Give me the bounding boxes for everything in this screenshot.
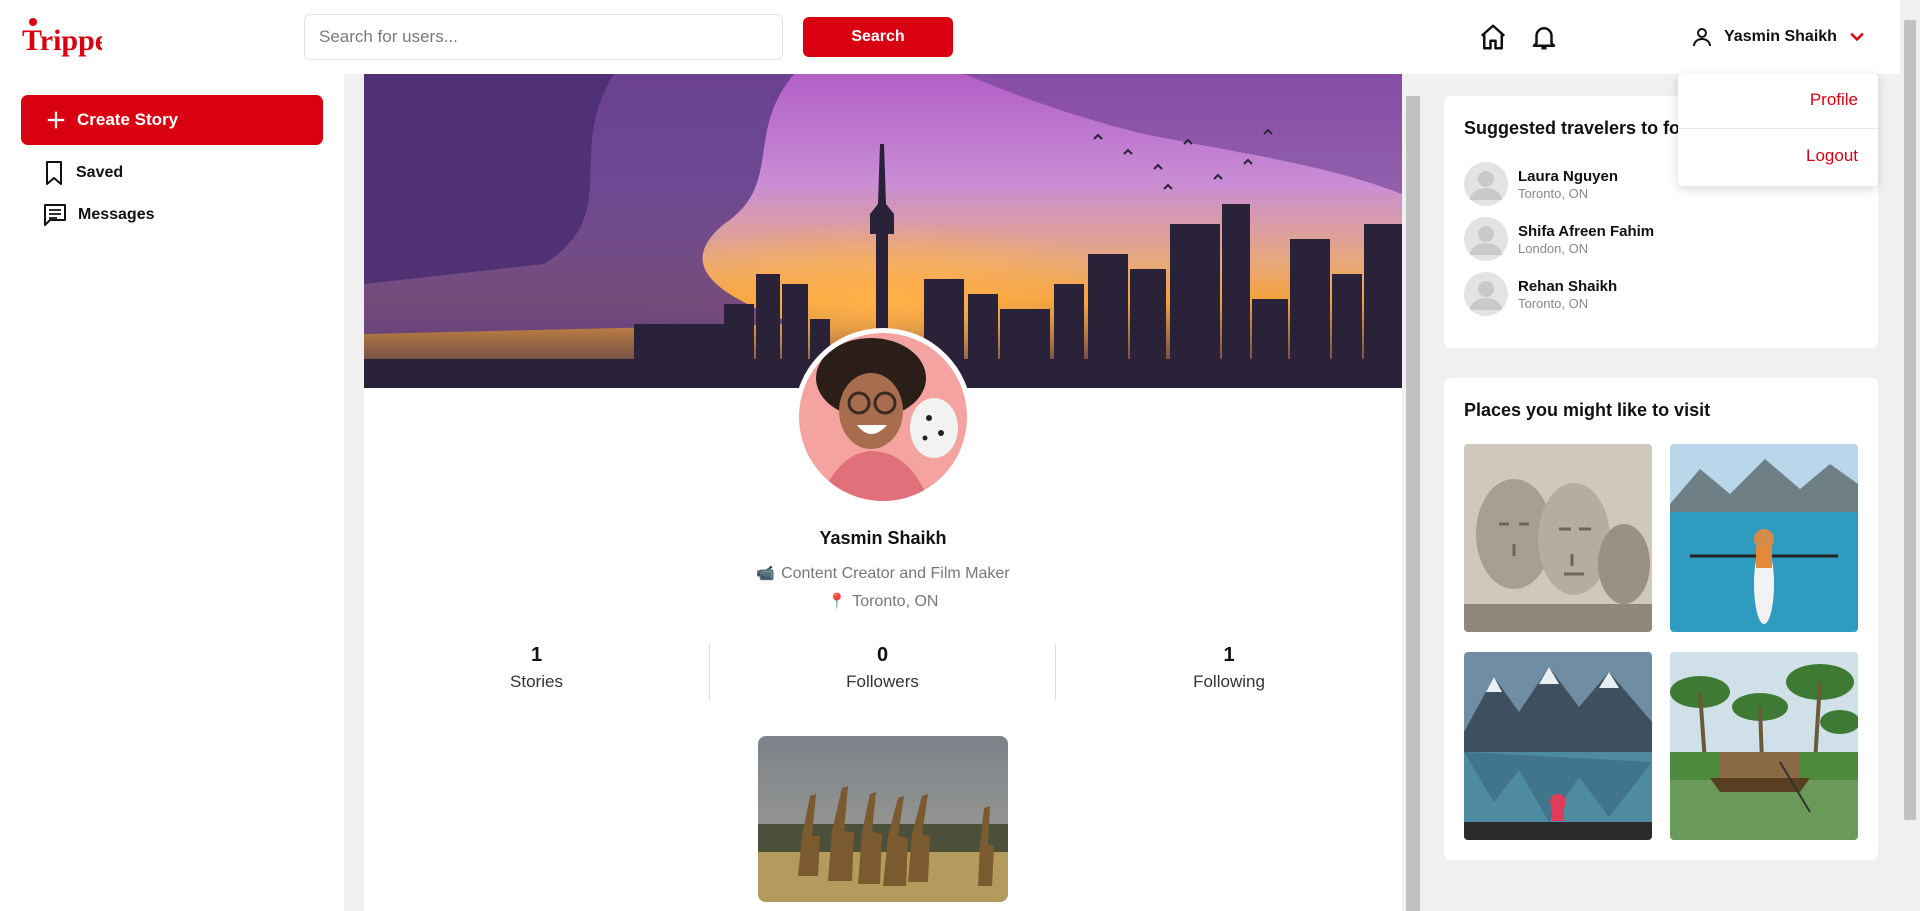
avatar-placeholder-icon (1464, 272, 1508, 316)
dropdown-logout[interactable]: Logout (1806, 146, 1858, 166)
stat-value: 1 (1223, 644, 1235, 666)
svg-text:Trippeo: Trippeo (22, 24, 102, 57)
top-bar: Trippeo Search Yasmin Shaikh (0, 0, 1900, 74)
place-kayak-lake[interactable] (1670, 444, 1858, 632)
avatar[interactable] (794, 328, 972, 506)
traveler-name: Rehan Shaikh (1518, 277, 1618, 295)
stat-stories[interactable]: 1 Stories (364, 644, 710, 700)
scrollbar-thumb[interactable] (1904, 20, 1916, 820)
giraffes-photo (758, 736, 1008, 902)
dropdown-divider (1678, 128, 1878, 129)
location-pin-icon: 📍 (827, 593, 847, 610)
traveler-item[interactable]: Laura Nguyen Toronto, ON (1464, 162, 1618, 206)
places-card: Places you might like to visit (1444, 378, 1878, 860)
profile-location: 📍 Toronto, ON (364, 592, 1402, 611)
avatar-photo (799, 333, 967, 501)
profile-main: Yasmin Shaikh 📹 Content Creator and Film … (364, 74, 1402, 911)
stat-label: Stories (510, 672, 563, 691)
stat-followers[interactable]: 0 Followers (710, 644, 1056, 700)
stat-label: Following (1193, 672, 1265, 691)
stat-value: 0 (876, 644, 889, 666)
chevron-down-icon[interactable] (1847, 27, 1867, 47)
location-text: Toronto, ON (852, 593, 939, 610)
sidebar-item-label: Saved (76, 164, 124, 181)
dropdown-profile[interactable]: Profile (1810, 90, 1858, 110)
sidebar-item-label: Messages (78, 206, 155, 223)
user-icon (1693, 28, 1711, 47)
main-scrollbar[interactable] (1404, 74, 1422, 911)
traveler-location: Toronto, ON (1518, 185, 1589, 201)
place-mount-rushmore[interactable] (1464, 444, 1652, 632)
home-icon[interactable] (1478, 22, 1508, 52)
search-button[interactable]: Search (803, 17, 953, 57)
traveler-name: Shifa Afreen Fahim (1518, 222, 1655, 240)
plus-icon (47, 111, 65, 129)
traveler-name: Laura Nguyen (1518, 167, 1619, 185)
message-icon (44, 204, 66, 226)
left-sidebar: Create Story Saved Messages (0, 74, 344, 911)
page-scrollbar[interactable] (1900, 0, 1920, 911)
create-story-label: Create Story (77, 110, 179, 129)
user-name: Yasmin Shaikh (1724, 28, 1837, 45)
scrollbar-thumb[interactable] (1406, 96, 1420, 911)
bookmark-icon (46, 161, 62, 185)
trippeo-logo[interactable]: Trippeo (22, 16, 102, 60)
avatar-placeholder-icon (1464, 217, 1508, 261)
profile-name: Yasmin Shaikh (819, 528, 947, 548)
create-story-button[interactable]: Create Story (21, 95, 323, 145)
traveler-location: Toronto, ON (1518, 295, 1589, 311)
traveler-location: London, ON (1518, 240, 1589, 256)
suggested-title: Suggested travelers to fo (1464, 118, 1681, 138)
place-mountain-lake[interactable] (1464, 652, 1652, 840)
traveler-item[interactable]: Shifa Afreen Fahim London, ON (1464, 217, 1654, 261)
sidebar-item-saved[interactable]: Saved (42, 160, 123, 186)
stat-value: 1 (530, 644, 543, 666)
avatar-placeholder-icon (1464, 162, 1508, 206)
mountain-lake-photo (1464, 652, 1652, 840)
stat-label: Followers (846, 672, 919, 691)
user-dropdown: Profile Logout (1678, 74, 1878, 186)
story-thumbnail[interactable] (758, 736, 1008, 902)
user-menu[interactable]: Yasmin Shaikh (1690, 22, 1867, 52)
profile-stats: 1 Stories 0 Followers 1 Following (364, 644, 1402, 700)
search-input[interactable] (304, 14, 783, 60)
mount-rushmore-photo (1464, 444, 1652, 632)
bell-icon[interactable] (1529, 22, 1559, 52)
sidebar-item-messages[interactable]: Messages (42, 202, 155, 228)
stat-following[interactable]: 1 Following (1056, 644, 1402, 700)
tropical-houseboat-photo (1670, 652, 1858, 840)
profile-bio: 📹 Content Creator and Film Maker (364, 564, 1402, 583)
place-tropical-houseboat[interactable] (1670, 652, 1858, 840)
traveler-item[interactable]: Rehan Shaikh Toronto, ON (1464, 272, 1617, 316)
places-title: Places you might like to visit (1464, 400, 1711, 420)
kayak-lake-photo (1670, 444, 1858, 632)
camera-icon: 📹 (756, 565, 776, 582)
bio-text: Content Creator and Film Maker (781, 565, 1010, 582)
